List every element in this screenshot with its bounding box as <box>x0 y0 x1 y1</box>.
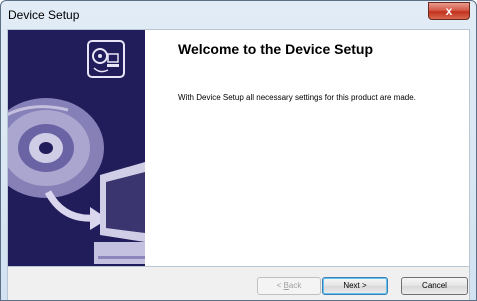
title-bar[interactable]: Device Setup x <box>1 1 476 29</box>
back-button-prefix: < <box>276 281 284 290</box>
close-button[interactable]: x <box>428 2 470 20</box>
back-button-label: ack <box>288 281 302 290</box>
setup-emblem-icon <box>87 40 125 78</box>
cd-to-computer-illustration <box>8 30 145 266</box>
page-title: Welcome to the Device Setup <box>178 41 374 57</box>
description-text: With Device Setup all necessary settings… <box>178 93 416 102</box>
cancel-button[interactable]: Cancel <box>401 277 468 295</box>
next-button[interactable]: Next > <box>322 277 388 295</box>
window-title: Device Setup <box>8 8 80 22</box>
button-bar: < Back Next > Cancel <box>7 267 470 300</box>
back-button[interactable]: < Back <box>257 277 321 295</box>
client-area: Welcome to the Device Setup With Device … <box>7 29 470 267</box>
setup-dialog-window: Device Setup x Welcome to the Device Set… <box>0 0 477 301</box>
close-icon: x <box>445 4 453 18</box>
sidebar-panel <box>8 30 145 266</box>
